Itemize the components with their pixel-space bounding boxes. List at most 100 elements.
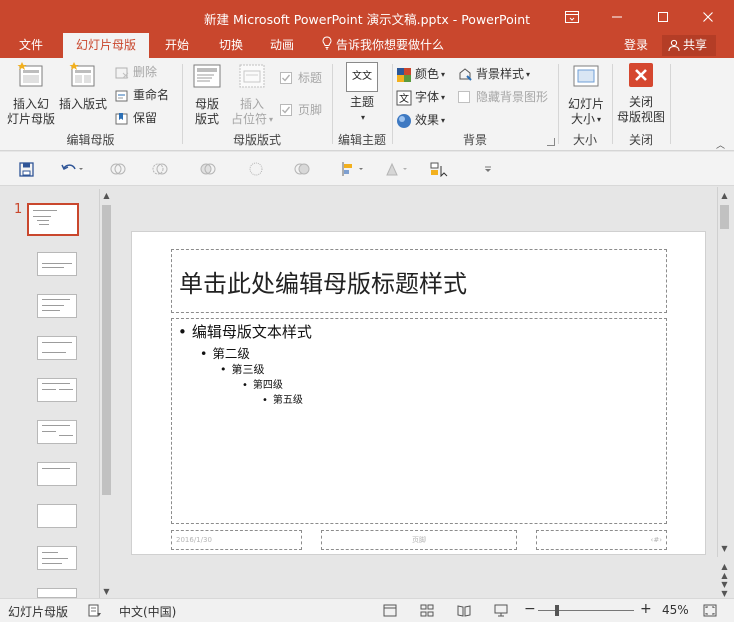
reading-view-icon[interactable]: [457, 604, 471, 617]
thumbnail-line: [42, 263, 72, 264]
customize-toolbar-icon[interactable]: [480, 160, 496, 178]
thumbnail-layout[interactable]: [37, 462, 77, 486]
group-label-edit-master: 编辑母版: [66, 133, 115, 147]
tell-me-text: 告诉我你想要做什么: [336, 38, 445, 52]
close-icon[interactable]: [688, 0, 728, 33]
tab-animations[interactable]: 动画: [262, 33, 302, 58]
thumbnail-layout[interactable]: [37, 378, 77, 402]
thumbnail-layout[interactable]: [37, 504, 77, 528]
ribbon-display-options-icon[interactable]: [552, 0, 592, 33]
status-bar: 幻灯片母版 中文(中国) − + 45%: [0, 598, 734, 622]
thumbnail-layout[interactable]: [37, 546, 77, 570]
normal-view-icon[interactable]: [383, 604, 397, 617]
zoom-in-icon[interactable]: +: [640, 601, 652, 617]
tab-transitions[interactable]: 切换: [211, 33, 251, 58]
insert-placeholder-button[interactable]: 插入 占位符 ▾: [229, 62, 275, 127]
slide-canvas[interactable]: 单击此处编辑母版标题样式 • 编辑母版文本样式 • 第二级 • 第三级 • 第四级 • 第…: [131, 231, 706, 555]
master-layout-button[interactable]: 母版 版式: [187, 62, 227, 127]
tab-slide-master[interactable]: 幻灯片母版: [63, 33, 149, 58]
language-indicator[interactable]: 中文(中国): [119, 603, 176, 620]
shape-subtract-icon[interactable]: [292, 160, 312, 178]
title-placeholder[interactable]: 单击此处编辑母版标题样式: [171, 249, 667, 313]
collapse-ribbon-icon[interactable]: ︿: [716, 138, 725, 151]
rotate-icon[interactable]: [382, 160, 412, 178]
scroll-up-icon[interactable]: ▲: [718, 189, 731, 202]
tab-home[interactable]: 开始: [157, 33, 197, 58]
shape-fragment-icon[interactable]: [198, 160, 218, 178]
slide-number-placeholder[interactable]: ‹#›: [536, 530, 667, 550]
effects-button[interactable]: 效果 ▾: [396, 110, 445, 130]
delete-button[interactable]: 删除: [114, 62, 157, 82]
tab-file[interactable]: 文件: [8, 33, 54, 58]
insert-slide-master-button[interactable]: 插入幻 灯片母版: [6, 62, 56, 127]
thumbnail-line: [42, 431, 56, 432]
footer-placeholder[interactable]: 页脚: [321, 530, 517, 550]
zoom-out-icon[interactable]: −: [524, 601, 536, 617]
thumbnail-line: [37, 220, 49, 221]
next-slide-icon[interactable]: ▼ ▼: [719, 580, 730, 598]
group-divider: [670, 64, 671, 144]
thumbnail-layout[interactable]: [37, 336, 77, 360]
bullet-level-3-text: 第三级: [231, 363, 265, 376]
thumbnail-layout[interactable]: [37, 252, 77, 276]
hide-background-graphics-checkbox[interactable]: 隐藏背景图形: [457, 87, 548, 107]
group-size: 幻灯片 大小 ▾ 大小: [559, 62, 611, 150]
checkbox-checked-icon: [279, 71, 295, 87]
undo-icon[interactable]: [58, 160, 86, 178]
slide-number-placeholder-text: ‹#›: [650, 536, 662, 544]
preserve-button[interactable]: 保留: [114, 108, 157, 128]
slide-show-icon[interactable]: [494, 604, 508, 617]
thumbnail-scrollbar[interactable]: ▲ ▼: [99, 189, 113, 598]
bullet-level-5-text: 第五级: [272, 395, 303, 406]
title-checkbox[interactable]: 标题: [279, 68, 322, 88]
tell-me-search[interactable]: 告诉我你想要做什么: [322, 33, 444, 58]
minimize-icon[interactable]: [597, 0, 637, 33]
previous-slide-icon[interactable]: ▲ ▲: [719, 562, 730, 580]
slide-scrollbar[interactable]: ▲ ▼: [717, 187, 731, 557]
selection-pane-icon[interactable]: [428, 160, 452, 178]
accessibility-checker-icon[interactable]: [88, 604, 102, 617]
insert-layout-icon: [58, 62, 108, 94]
insert-layout-button[interactable]: 插入版式: [58, 62, 108, 112]
insert-slide-master-label-2: 灯片母版: [6, 112, 55, 126]
rename-icon: [114, 88, 130, 104]
thumbnail-slide-master[interactable]: [27, 203, 79, 236]
footer-checkbox[interactable]: 页脚: [279, 100, 322, 120]
thumbnail-layout[interactable]: [37, 294, 77, 318]
shape-union-icon[interactable]: [108, 160, 128, 178]
insert-placeholder-icon: [229, 62, 275, 94]
save-icon[interactable]: [16, 160, 36, 178]
slide-size-button[interactable]: 幻灯片 大小 ▾: [563, 62, 609, 127]
rename-button[interactable]: 重命名: [114, 85, 169, 105]
share-button[interactable]: 共享: [662, 35, 716, 56]
themes-button[interactable]: 文文 主题 ▾: [341, 62, 383, 125]
zoom-slider[interactable]: [538, 605, 634, 616]
shape-intersect-icon[interactable]: [246, 160, 266, 178]
body-placeholder[interactable]: • 编辑母版文本样式 • 第二级 • 第三级 • 第四级 • 第五级: [171, 318, 667, 524]
scroll-up-icon[interactable]: ▲: [100, 189, 113, 202]
close-master-view-button[interactable]: 关闭 母版视图: [613, 62, 669, 125]
scrollbar-thumb[interactable]: [720, 205, 729, 229]
shape-combine-icon[interactable]: [150, 160, 170, 178]
insert-placeholder-label-1: 插入: [239, 97, 264, 111]
login-link[interactable]: 登录: [624, 33, 648, 57]
date-placeholder[interactable]: 2016/1/30: [171, 530, 302, 550]
colors-button[interactable]: 颜色 ▾: [396, 64, 445, 84]
background-styles-button[interactable]: 背景样式 ▾: [457, 64, 530, 84]
rename-label: 重命名: [133, 88, 170, 102]
zoom-level[interactable]: 45%: [662, 603, 689, 617]
align-icon[interactable]: [338, 160, 368, 178]
group-label-background: 背景: [462, 133, 487, 147]
person-icon: [668, 39, 680, 52]
maximize-icon[interactable]: [643, 0, 683, 33]
slide-sorter-icon[interactable]: [420, 604, 434, 617]
zoom-slider-thumb[interactable]: [554, 605, 559, 616]
scrollbar-thumb[interactable]: [102, 205, 111, 495]
scroll-down-icon[interactable]: ▼: [718, 542, 731, 555]
fonts-button[interactable]: 文字体 ▾: [396, 87, 445, 107]
background-dialog-launcher-icon[interactable]: [547, 138, 555, 146]
thumbnail-layout[interactable]: [37, 588, 77, 598]
fit-to-window-icon[interactable]: [703, 604, 717, 617]
scroll-down-icon[interactable]: ▼: [100, 585, 113, 598]
thumbnail-layout[interactable]: [37, 420, 77, 444]
